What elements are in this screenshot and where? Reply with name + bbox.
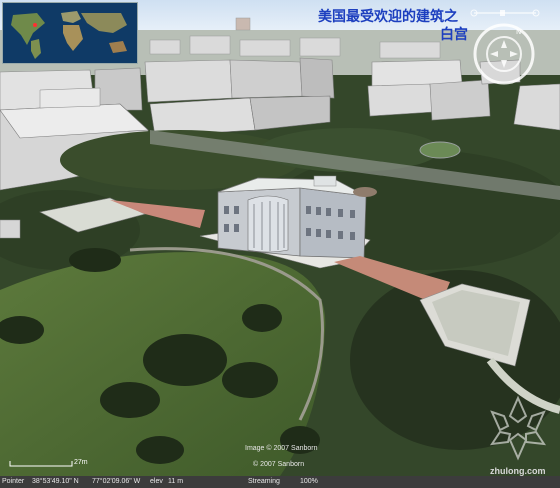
title-line-1: 美国最受欢迎的建筑之	[318, 9, 458, 25]
earth-3d-viewport[interactable]: 美国最受欢迎的建筑之 白宫 N Image © 2007 Sanborn © 2…	[0, 0, 560, 488]
copyright-credit: © 2007 Sanborn	[253, 461, 305, 468]
scale-label: 27m	[74, 459, 88, 466]
navigation-compass-icon[interactable]: N	[472, 22, 536, 86]
pointer-label: Pointer	[2, 478, 25, 485]
longitude-readout: 77°02'09.06" W	[92, 478, 141, 485]
overview-map[interactable]	[2, 2, 138, 64]
lafayette-circle	[419, 141, 461, 159]
title-line-2: 白宫	[440, 27, 468, 43]
image-credit: Image © 2007 Sanborn	[245, 445, 318, 452]
watermark-text: zhulong.com	[490, 466, 546, 476]
zoom-slider-icon[interactable]	[470, 8, 540, 18]
elevation-value: 11 m	[168, 478, 184, 485]
latitude-readout: 38°53'49.10" N	[32, 478, 79, 485]
svg-text:N: N	[516, 28, 521, 36]
north-fountain	[353, 187, 377, 197]
zhulong-logo-icon	[489, 395, 547, 461]
status-bar: Pointer 38°53'49.10" N 77°02'09.06" W el…	[0, 476, 560, 488]
small-building	[0, 219, 21, 239]
streaming-label: Streaming	[248, 478, 280, 485]
streaming-percent: 100%	[300, 478, 318, 485]
elevation-label: elev	[150, 478, 163, 485]
